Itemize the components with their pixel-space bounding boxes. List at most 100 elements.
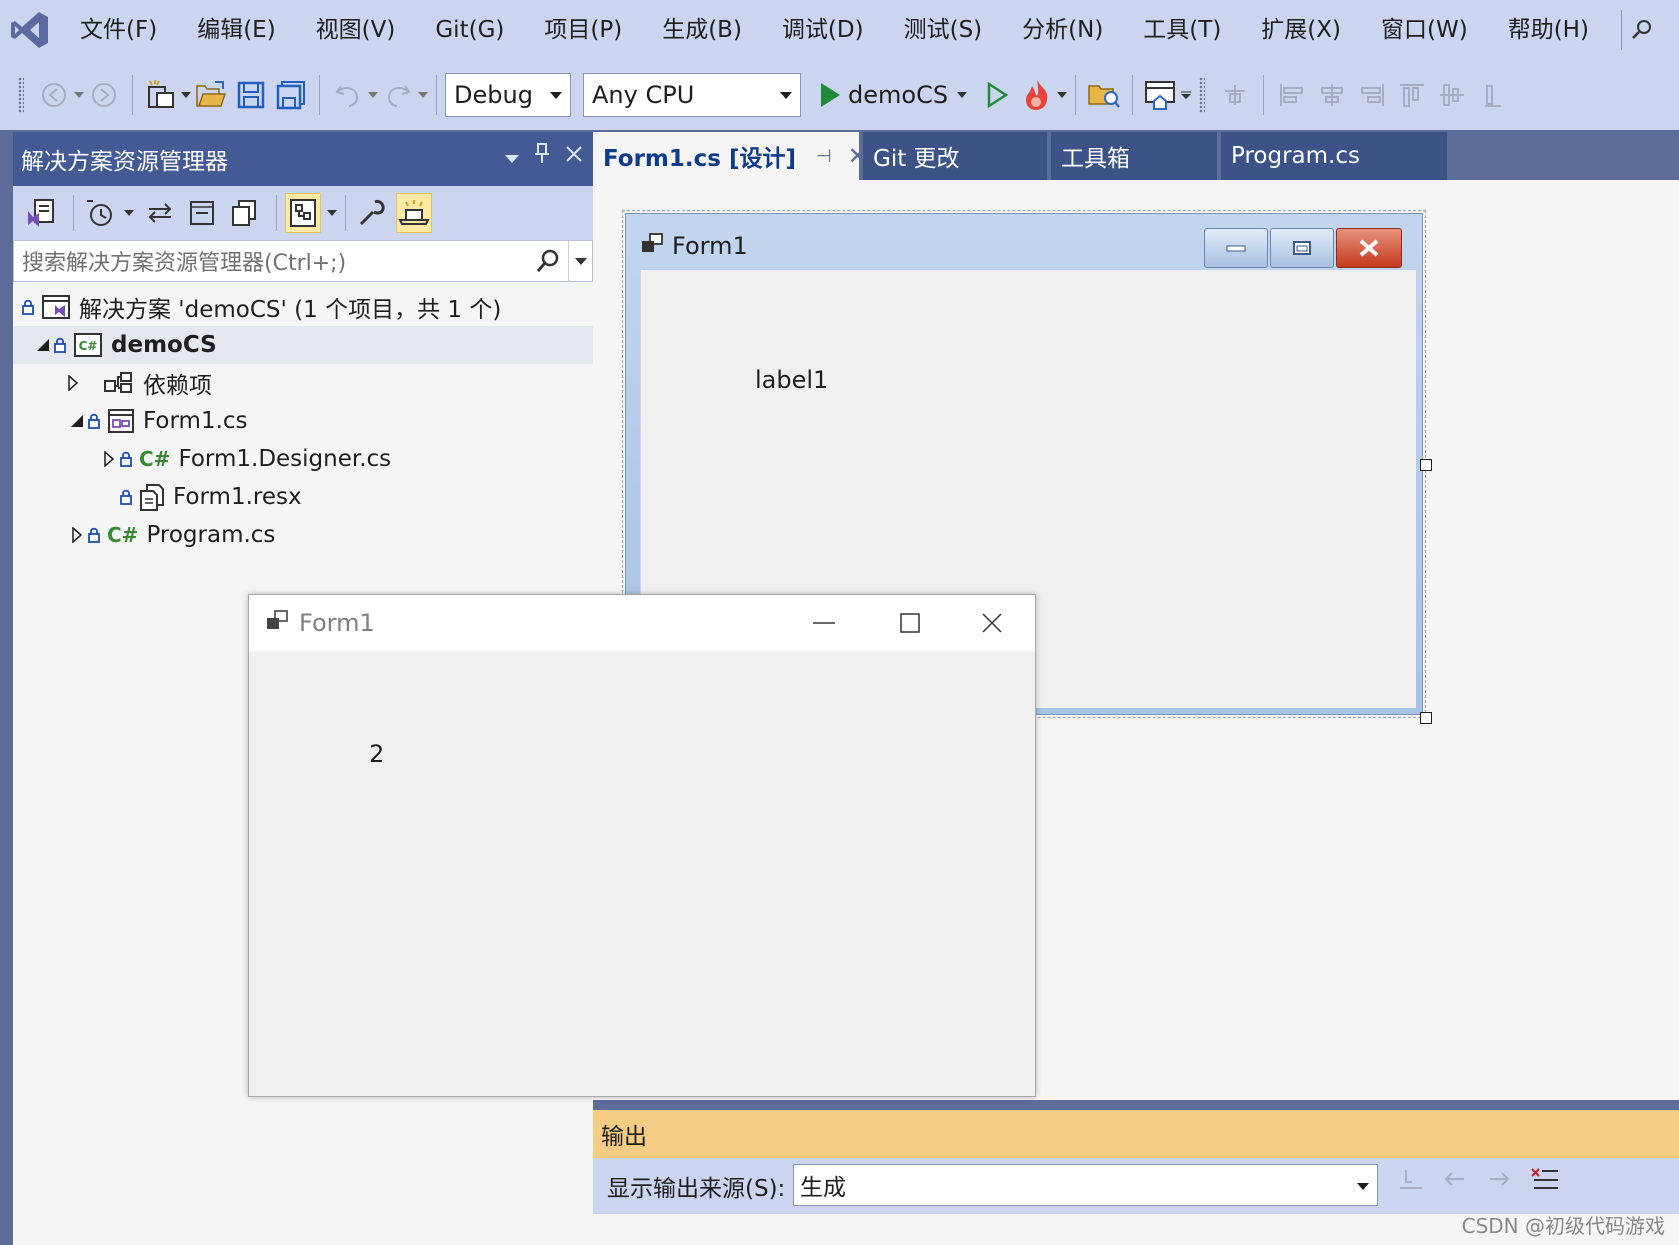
preview-pane-icon[interactable]: [396, 193, 432, 233]
menu-help[interactable]: 帮助(H): [1488, 0, 1609, 60]
save-all-icon[interactable]: [274, 73, 308, 117]
tree-item-dependencies[interactable]: 依赖项: [13, 364, 593, 402]
navigate-forward-icon[interactable]: [87, 73, 121, 117]
collapse-arrow-icon[interactable]: [67, 402, 87, 440]
label1-control[interactable]: label1: [755, 366, 828, 394]
align-bottoms-icon[interactable]: [1475, 73, 1509, 117]
chevron-down-icon[interactable]: [327, 191, 337, 235]
search-icon[interactable]: [1622, 0, 1662, 60]
resize-handle-bottom-right[interactable]: [1420, 712, 1432, 724]
expand-arrow-icon[interactable]: [63, 364, 83, 402]
tree-item-form1[interactable]: Form1.cs: [13, 402, 593, 440]
menu-build[interactable]: 生成(B): [642, 0, 762, 60]
pin-icon[interactable]: [533, 142, 551, 170]
chevron-down-icon[interactable]: [74, 73, 84, 117]
navigate-back-icon[interactable]: [37, 73, 71, 117]
expand-arrow-icon[interactable]: [99, 440, 119, 478]
collapse-arrow-icon[interactable]: [33, 326, 53, 364]
align-to-grid-icon[interactable]: [1218, 73, 1252, 117]
tree-item-form1-designer[interactable]: C# Form1.Designer.cs: [13, 440, 593, 478]
clear-all-icon[interactable]: [1530, 1166, 1560, 1198]
tab-git-changes[interactable]: Git 更改: [863, 132, 1047, 180]
toolbar-grip[interactable]: [18, 77, 24, 113]
output-source-select[interactable]: 生成: [793, 1164, 1378, 1206]
output-source-label: 显示输出来源(S):: [607, 1176, 786, 1202]
chevron-down-icon[interactable]: [124, 191, 134, 235]
resize-handle-right[interactable]: [1420, 459, 1432, 471]
chevron-down-icon[interactable]: [1181, 73, 1192, 117]
pin-tab-icon[interactable]: ⊣: [816, 146, 832, 167]
hot-reload-icon[interactable]: [1020, 73, 1054, 117]
pending-changes-filter-icon[interactable]: [82, 193, 118, 233]
undo-icon[interactable]: [331, 73, 365, 117]
output-source-value: 生成: [800, 1175, 846, 1201]
new-project-icon[interactable]: [144, 73, 178, 117]
menu-project[interactable]: 项目(P): [524, 0, 642, 60]
menu-git[interactable]: Git(G): [415, 0, 524, 60]
next-message-icon[interactable]: [1486, 1166, 1512, 1198]
tab-form1-design[interactable]: Form1.cs [设计] ⊣ ✕: [593, 132, 868, 180]
menu-view[interactable]: 视图(V): [296, 0, 416, 60]
tab-toolbox[interactable]: 工具箱: [1051, 132, 1217, 180]
expand-arrow-icon[interactable]: [67, 516, 87, 554]
open-folder-icon[interactable]: [194, 73, 228, 117]
running-form-title: Form1: [299, 609, 375, 637]
chevron-down-icon[interactable]: [368, 73, 378, 117]
align-centers-icon[interactable]: [1315, 73, 1349, 117]
previous-message-icon[interactable]: [1442, 1166, 1468, 1198]
search-options-dropdown-icon[interactable]: [568, 241, 592, 281]
switch-views-icon[interactable]: [23, 193, 59, 233]
preview-selected-items-icon[interactable]: [285, 193, 321, 233]
running-form-window[interactable]: Form1 2: [248, 594, 1036, 1097]
menu-test[interactable]: 测试(S): [884, 0, 1003, 60]
chevron-down-icon[interactable]: [957, 73, 968, 117]
close-icon[interactable]: [565, 144, 583, 169]
align-middles-icon[interactable]: [1435, 73, 1469, 117]
chevron-down-icon[interactable]: [418, 73, 428, 117]
maximize-button: [1270, 228, 1334, 268]
search-icon[interactable]: [534, 247, 562, 281]
align-rights-icon[interactable]: [1355, 73, 1389, 117]
start-without-debugging-icon[interactable]: [980, 73, 1014, 117]
toolbar-separator: [1075, 75, 1077, 115]
menu-extensions[interactable]: 扩展(X): [1241, 0, 1361, 60]
save-icon[interactable]: [234, 73, 268, 117]
go-to-line-icon[interactable]: [1398, 1166, 1424, 1198]
menu-window[interactable]: 窗口(W): [1361, 0, 1488, 60]
window-position-dropdown-icon[interactable]: [505, 144, 519, 169]
tree-item-program[interactable]: C# Program.cs: [13, 516, 593, 554]
minimize-button[interactable]: [779, 595, 869, 651]
solution-explorer-search-input[interactable]: 搜索解决方案资源管理器(Ctrl+;): [13, 240, 593, 282]
tab-program[interactable]: Program.cs: [1221, 132, 1447, 180]
start-debugging-button[interactable]: demoCS: [818, 73, 954, 117]
toolbar-grip[interactable]: [1199, 77, 1206, 113]
align-tops-icon[interactable]: [1395, 73, 1429, 117]
menu-analyze[interactable]: 分析(N): [1002, 0, 1123, 60]
solution-platform-select[interactable]: Any CPU: [583, 73, 801, 117]
close-button[interactable]: [947, 595, 1037, 651]
running-form-titlebar[interactable]: Form1: [249, 595, 1035, 651]
find-in-files-icon[interactable]: [1087, 73, 1121, 117]
redo-icon[interactable]: [381, 73, 415, 117]
toolbar-separator: [319, 75, 320, 115]
align-lefts-icon[interactable]: [1275, 73, 1309, 117]
menu-tools[interactable]: 工具(T): [1123, 0, 1241, 60]
solution-configuration-select[interactable]: Debug: [445, 73, 571, 117]
properties-wrench-icon[interactable]: [354, 193, 390, 233]
tree-item-form1-resx[interactable]: Form1.resx: [13, 478, 593, 516]
maximize-button[interactable]: [865, 595, 955, 651]
menu-file[interactable]: 文件(F): [60, 0, 177, 60]
window-layout-icon[interactable]: [1144, 73, 1178, 117]
menu-debug[interactable]: 调试(D): [762, 0, 884, 60]
collapse-all-icon[interactable]: [184, 193, 220, 233]
chevron-down-icon[interactable]: [181, 73, 191, 117]
chevron-down-icon[interactable]: [1057, 73, 1068, 117]
sync-with-active-document-icon[interactable]: [142, 193, 178, 233]
tree-item-solution[interactable]: 解决方案 'demoCS' (1 个项目，共 1 个): [13, 288, 593, 326]
menu-bar: 文件(F) 编辑(E) 视图(V) Git(G) 项目(P) 生成(B) 调试(…: [0, 0, 1679, 60]
menu-edit[interactable]: 编辑(E): [177, 0, 295, 60]
show-all-files-icon[interactable]: [226, 193, 262, 233]
minimize-button: [1204, 228, 1268, 268]
design-form-titlebar: Form1: [640, 232, 748, 260]
tree-item-project[interactable]: C# demoCS: [13, 326, 593, 364]
